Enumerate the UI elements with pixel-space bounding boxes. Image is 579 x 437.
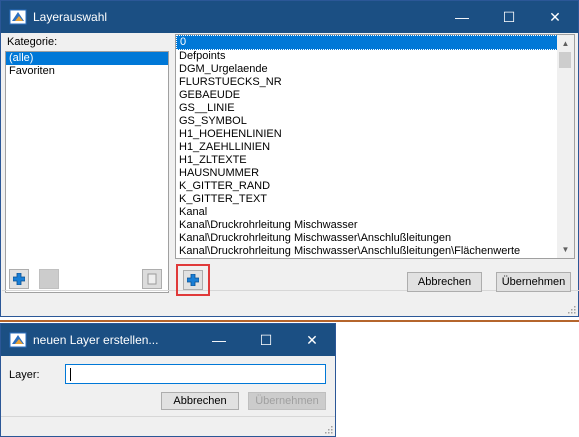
scrollbar-thumb[interactable] [559,52,571,68]
bottom-separator [2,290,579,291]
title-bar[interactable]: Layerauswahl — ☐ ✕ [1,1,578,33]
layer-item[interactable]: Kanal\Druckrohrleitung Mischwasser\Ansch… [176,245,574,258]
vertical-scrollbar[interactable]: ▲ ▼ [557,35,574,258]
layer-item[interactable]: GEBAEUDE [176,89,574,102]
new-layer-window: neuen Layer erstellen... — ☐ ✕ Layer: Ab… [0,323,336,437]
layer-item[interactable]: Kanal\Druckrohrleitung Mischwasser\Ansch… [176,258,574,259]
delete-category-button[interactable] [142,269,162,289]
layer-item[interactable]: H1_HOEHENLINIEN [176,128,574,141]
close-button[interactable]: ✕ [532,1,578,33]
layer-item[interactable]: K_GITTER_TEXT [176,193,574,206]
layer-item[interactable]: GS_SYMBOL [176,115,574,128]
category-item[interactable]: (alle) [6,52,168,65]
cancel-button[interactable]: Abbrechen [407,272,482,292]
scroll-down-arrow-icon[interactable]: ▼ [557,241,574,258]
minimize-button[interactable]: — [196,324,242,356]
resize-grip-icon[interactable] [323,424,333,434]
layer-item[interactable]: Kanal\Druckrohrleitung Mischwasser\Ansch… [176,232,574,245]
resize-grip-icon[interactable] [566,304,576,314]
window-title: neuen Layer erstellen... [33,333,159,347]
maximize-button[interactable]: ☐ [486,1,532,33]
disabled-category-button [39,269,59,289]
app-icon [9,332,27,348]
layer-list[interactable]: 0 Defpoints DGM_Urgelaende FLURSTUECKS_NR GE… [175,34,575,259]
add-category-button[interactable] [9,269,29,289]
layer-item[interactable]: Defpoints [176,50,574,63]
layer-item[interactable]: DGM_Urgelaende [176,63,574,76]
layer-item[interactable]: Kanal [176,206,574,219]
maximize-button[interactable]: ☐ [243,324,289,356]
category-panel: Kategorie: (alle) Favoriten [2,34,172,293]
window-title: Layerauswahl [33,10,108,24]
accept-button[interactable]: Übernehmen [248,392,326,410]
plus-icon [13,273,25,285]
image-divider [0,320,579,322]
category-item[interactable]: Favoriten [6,65,168,78]
add-layer-button[interactable] [183,270,203,290]
layer-item[interactable]: FLURSTUECKS_NR [176,76,574,89]
layer-item[interactable]: H1_ZAEHLLINIEN [176,141,574,154]
layer-list-items: 0 Defpoints DGM_Urgelaende FLURSTUECKS_NR GE… [176,35,574,259]
scroll-up-arrow-icon[interactable]: ▲ [557,35,574,52]
layer-item[interactable]: H1_ZLTEXTE [176,154,574,167]
title-bar[interactable]: neuen Layer erstellen... — ☐ ✕ [1,324,335,356]
layer-name-input[interactable] [65,364,326,384]
accept-button[interactable]: Übernehmen [496,272,571,292]
layer-item[interactable]: 0 [176,35,560,50]
layer-selection-window: Layerauswahl — ☐ ✕ Kategorie: (alle) Favo… [0,0,579,317]
layer-label: Layer: [9,369,40,381]
category-list[interactable]: (alle) Favoriten [5,51,169,293]
minimize-button[interactable]: — [439,1,485,33]
close-button[interactable]: ✕ [289,324,335,356]
layer-item[interactable]: HAUSNUMMER [176,167,574,180]
page-icon [147,273,157,285]
text-caret [70,368,71,381]
layer-item[interactable]: GS__LINIE [176,102,574,115]
app-icon [9,9,27,25]
bottom-separator [1,416,335,417]
layer-item[interactable]: Kanal\Druckrohrleitung Mischwasser [176,219,574,232]
cancel-button[interactable]: Abbrechen [161,392,239,410]
layer-item[interactable]: K_GITTER_RAND [176,180,574,193]
category-label: Kategorie: [7,36,58,48]
plus-icon [187,274,199,286]
